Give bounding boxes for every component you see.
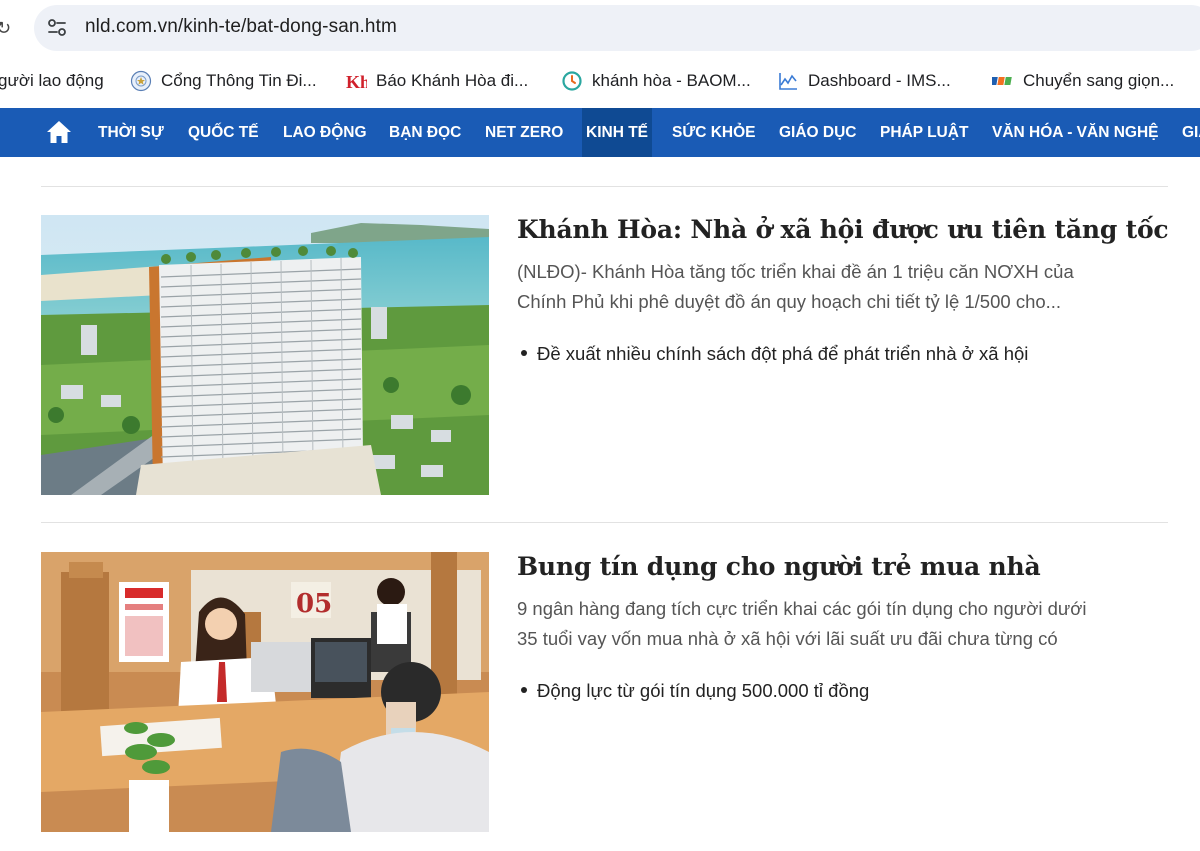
article-thumbnail-social-housing[interactable]: [41, 215, 489, 495]
bookmark-dashboard-ims[interactable]: Dashboard - IMS...: [777, 68, 951, 94]
bookmark-bao-khanh-hoa[interactable]: Kh Báo Khánh Hòa đi...: [345, 68, 528, 94]
nav-item-ban-doc[interactable]: BẠN ĐỌC: [389, 108, 461, 157]
url-text[interactable]: nld.com.vn/kinh-te/bat-dong-san.htm: [85, 16, 397, 38]
bookmark-cong-thong-tin[interactable]: Cổng Thông Tin Đi...: [130, 68, 317, 94]
nav-item-giai-tri[interactable]: GIẢ: [1182, 108, 1200, 157]
kh-logo-icon: Kh: [345, 70, 367, 92]
article-summary: (NLĐO)- Khánh Hòa tăng tốc triển khai đề…: [517, 257, 1167, 317]
bullet-icon: [521, 687, 527, 694]
bookmark-label: gười lao động: [0, 71, 104, 90]
article-summary-line: 9 ngân hàng đang tích cực triển khai các…: [517, 598, 1087, 619]
nav-item-phap-luat[interactable]: PHÁP LUẬT: [880, 108, 968, 157]
browser-toolbar: ↻ nld.com.vn/kinh-te/bat-dong-san.htm: [0, 0, 1200, 57]
article-summary: 9 ngân hàng đang tích cực triển khai các…: [517, 594, 1167, 654]
bookmark-label: khánh hòa - BAOM...: [592, 71, 751, 90]
bookmark-label: Báo Khánh Hòa đi...: [376, 71, 529, 90]
nav-item-net-zero[interactable]: NET ZERO: [485, 108, 563, 157]
clock-circle-icon: [561, 70, 583, 92]
counter-sign: 05: [296, 589, 332, 619]
bullet-icon: [521, 350, 527, 357]
site-info-icon[interactable]: [46, 17, 68, 39]
home-icon[interactable]: [46, 120, 72, 144]
bookmark-khanh-hoa-baom[interactable]: khánh hòa - BAOM...: [561, 68, 751, 94]
article-summary-line: 35 tuổi vay vốn mua nhà ở xã hội với lãi…: [517, 628, 1058, 649]
article-title[interactable]: Khánh Hòa: Nhà ở xã hội được ưu tiên tăn…: [517, 215, 1169, 244]
nav-item-quoc-te[interactable]: QUỐC TẾ: [188, 108, 259, 157]
related-article-title: Đề xuất nhiều chính sách đột phá để phát…: [537, 343, 1029, 364]
bookmark-nguoi-lao-dong[interactable]: gười lao động: [0, 68, 104, 94]
related-article-link[interactable]: Động lực từ gói tín dụng 500.000 tỉ đồng: [521, 680, 869, 702]
article-summary-line: (NLĐO)- Khánh Hòa tăng tốc triển khai đề…: [517, 261, 1074, 282]
reload-icon[interactable]: ↻: [0, 16, 11, 40]
svg-text:Kh: Kh: [346, 72, 367, 92]
related-article-title: Động lực từ gói tín dụng 500.000 tỉ đồng: [537, 680, 870, 701]
article-thumbnail-bank-counter[interactable]: 05: [41, 552, 489, 832]
bookmark-label: Dashboard - IMS...: [808, 71, 951, 90]
nav-item-giao-duc[interactable]: GIÁO DỤC: [779, 108, 857, 157]
bookmark-label: Cổng Thông Tin Đi...: [161, 71, 317, 90]
nav-item-kinh-te[interactable]: KINH TẾ: [582, 108, 652, 157]
divider: [41, 522, 1168, 523]
bookmark-chuyen-sang-giong[interactable]: Chuyển sang giọn...: [992, 68, 1174, 94]
article-title[interactable]: Bung tín dụng cho người trẻ mua nhà: [517, 552, 1041, 581]
nav-item-suc-khoe[interactable]: SỨC KHỎE: [672, 108, 755, 157]
related-article-link[interactable]: Đề xuất nhiều chính sách đột phá để phát…: [521, 343, 1028, 365]
divider: [41, 186, 1168, 187]
article-summary-line: Chính Phủ khi phê duyệt đồ án quy hoạch …: [517, 291, 1062, 312]
nav-item-van-hoa-van-nghe[interactable]: VĂN HÓA - VĂN NGHỆ: [992, 108, 1159, 157]
government-emblem-icon: [130, 70, 152, 92]
bookmarks-bar: gười lao động Cổng Thông Tin Đi... Kh Bá…: [0, 57, 1200, 107]
main-navigation: THỜI SỰ QUỐC TẾ LAO ĐỘNG BẠN ĐỌC NET ZER…: [0, 108, 1200, 157]
chart-line-icon: [777, 70, 799, 92]
fpt-logo-icon: [992, 70, 1014, 92]
bookmark-label: Chuyển sang giọn...: [1023, 71, 1175, 90]
nav-item-lao-dong[interactable]: LAO ĐỘNG: [283, 108, 367, 157]
nav-item-thoi-su[interactable]: THỜI SỰ: [98, 108, 164, 157]
